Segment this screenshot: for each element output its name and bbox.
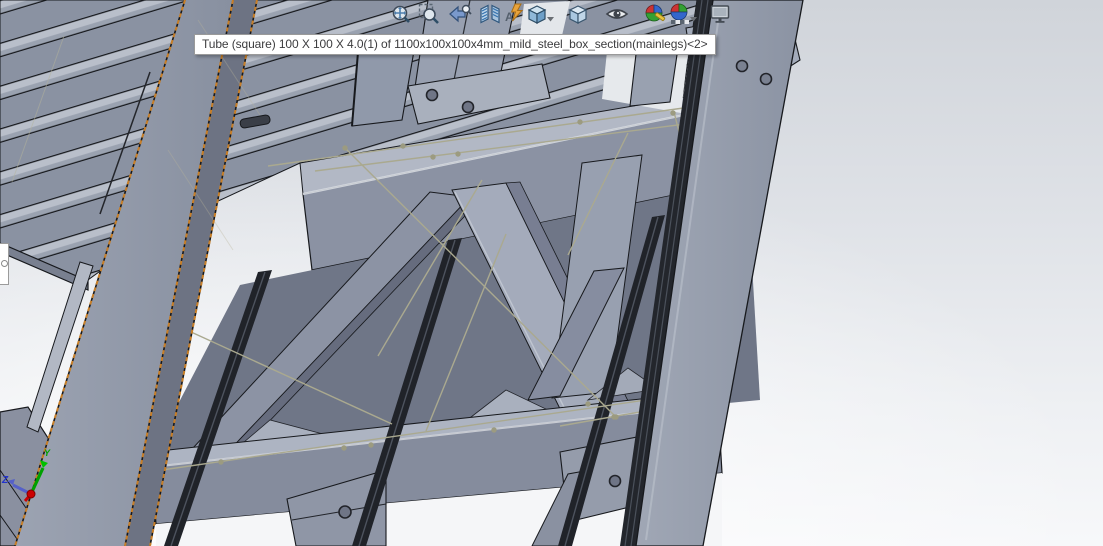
edit-appearance-icon[interactable]	[643, 2, 667, 26]
triad-y-label: Y	[44, 448, 51, 458]
hide-show-items-icon[interactable]	[605, 2, 629, 26]
selection-tooltip: Tube (square) 100 X 100 X 4.0(1) of 1100…	[194, 34, 716, 55]
display-style-icon[interactable]	[566, 2, 590, 26]
zoom-to-fit-icon[interactable]	[389, 2, 413, 26]
view-settings-icon[interactable]	[708, 2, 732, 26]
cad-application-window: Z Y	[0, 0, 1103, 546]
view-orientation-dropdown[interactable]	[546, 10, 555, 18]
section-view-icon[interactable]	[478, 2, 502, 26]
previous-view-icon[interactable]	[448, 2, 472, 26]
dynamic-annotation-views-icon[interactable]: A	[502, 2, 526, 26]
selection-tooltip-text: Tube (square) 100 X 100 X 4.0(1) of 1100…	[202, 37, 708, 51]
triad-z-label: Z	[1, 475, 9, 486]
zoom-to-area-icon[interactable]	[417, 2, 441, 26]
apply-scene-dropdown[interactable]	[689, 10, 698, 18]
fragment-dot-icon	[1, 260, 8, 267]
clipped-ui-fragment	[0, 243, 9, 285]
3d-viewport[interactable]: Z Y	[0, 0, 1103, 546]
